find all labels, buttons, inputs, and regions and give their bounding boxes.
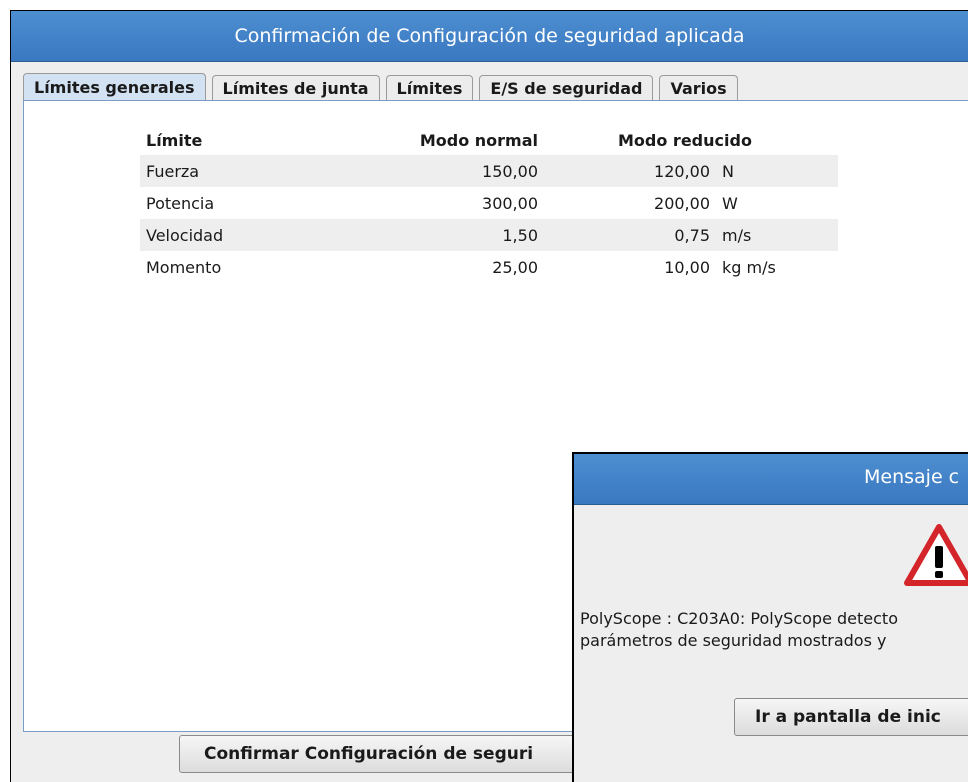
column-header-reduced: Modo reducido	[618, 130, 752, 150]
dialog-message-line-1: PolyScope : C203A0: PolyScope detecto	[580, 609, 898, 628]
table-row: Momento 25,00 10,00 kg m/s	[140, 251, 838, 283]
unit: kg m/s	[722, 257, 776, 277]
go-to-home-screen-button[interactable]: Ir a pantalla de inic	[734, 698, 968, 736]
dialog-message-line-2: parámetros de seguridad mostrados y	[580, 631, 887, 650]
tab-bar: Límites generales Límites de junta Límit…	[23, 73, 744, 101]
warning-icon	[904, 524, 968, 586]
tab-misc[interactable]: Varios	[659, 75, 738, 101]
tab-safety-io[interactable]: E/S de seguridad	[479, 75, 654, 101]
limit-name: Velocidad	[140, 219, 372, 251]
message-dialog: Mensaje c PolyScope : C203A0: PolyScope …	[572, 452, 968, 782]
column-header-normal: Modo normal	[419, 130, 538, 150]
unit: N	[716, 155, 838, 187]
limit-name: Momento	[146, 257, 222, 277]
normal-value: 1,50	[372, 219, 544, 251]
dialog-title: Mensaje c	[864, 466, 960, 488]
dialog-title-bar: Mensaje c	[574, 454, 968, 505]
table-header: Límite Modo normal Modo reducido	[140, 125, 838, 155]
tab-joint-limits[interactable]: Límites de junta	[211, 75, 380, 101]
window-title: Confirmación de Configuración de segurid…	[11, 11, 968, 62]
reduced-value: 200,00	[654, 193, 710, 213]
reduced-value: 120,00	[544, 155, 716, 187]
confirm-safety-configuration-button[interactable]: Confirmar Configuración de seguri	[179, 735, 619, 773]
unit: m/s	[716, 219, 838, 251]
unit: W	[722, 193, 738, 213]
limit-name: Potencia	[146, 193, 215, 213]
normal-value: 25,00	[492, 257, 538, 277]
column-header-limit: Límite	[146, 130, 203, 150]
dialog-message: PolyScope : C203A0: PolyScope detecto pa…	[580, 608, 968, 652]
limit-name: Fuerza	[140, 155, 372, 187]
reduced-value: 10,00	[664, 257, 710, 277]
table-row: Fuerza 150,00 120,00 N	[140, 155, 838, 187]
normal-value: 150,00	[372, 155, 544, 187]
reduced-value: 0,75	[544, 219, 716, 251]
tab-limits[interactable]: Límites	[385, 75, 474, 101]
limits-table: Límite Modo normal Modo reducido Fuerza …	[140, 125, 838, 283]
tab-general-limits[interactable]: Límites generales	[23, 73, 206, 101]
table-row: Potencia 300,00 200,00 W	[140, 187, 838, 219]
normal-value: 300,00	[482, 193, 538, 213]
table-row: Velocidad 1,50 0,75 m/s	[140, 219, 838, 251]
